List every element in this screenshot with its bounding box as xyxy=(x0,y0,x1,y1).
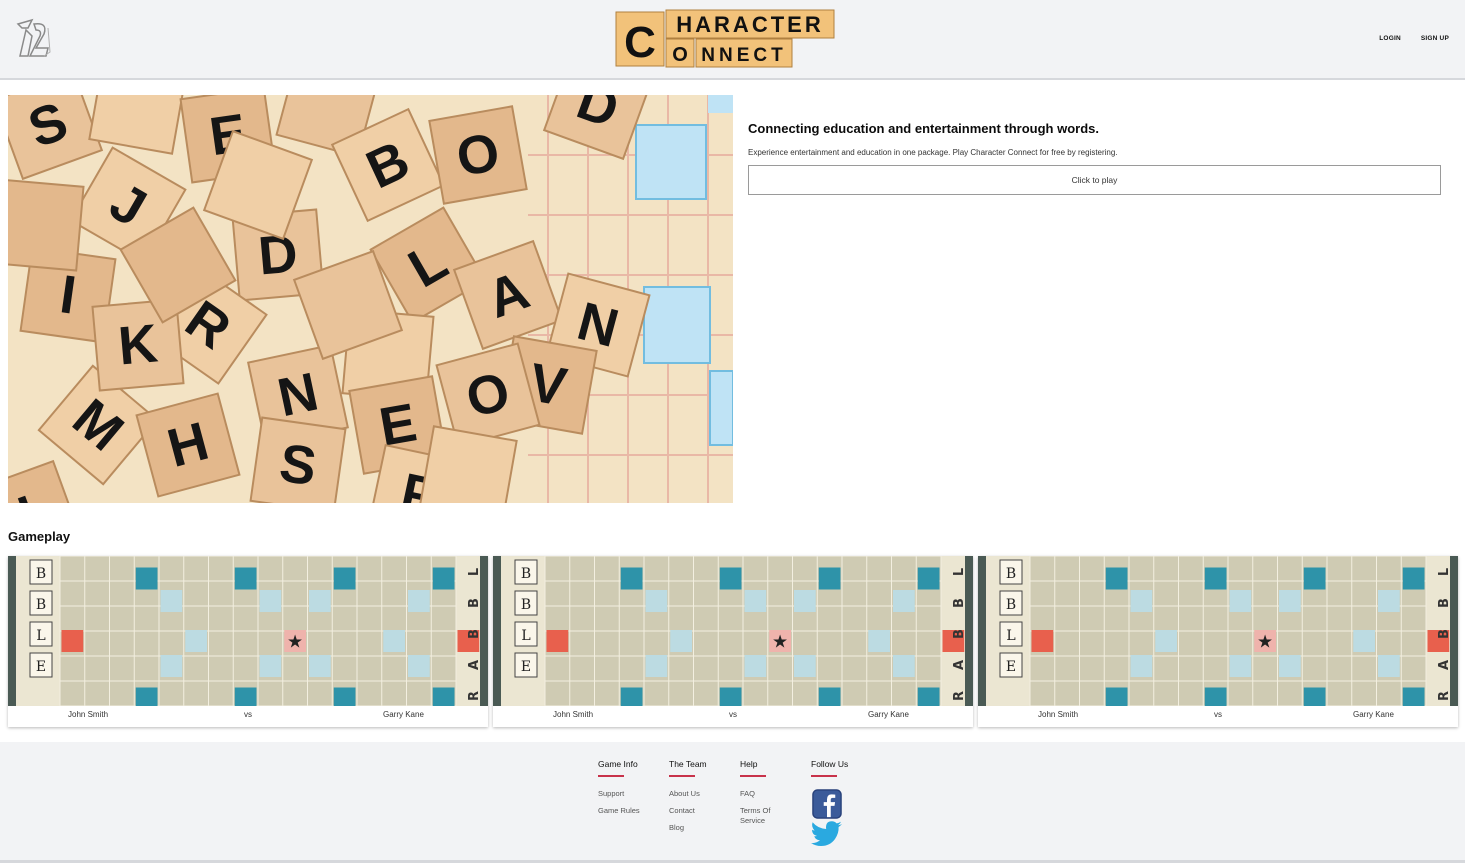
heading-underline xyxy=(740,775,766,777)
login-link[interactable]: LOGIN xyxy=(1379,35,1401,42)
svg-text:L: L xyxy=(467,568,482,576)
svg-text:B: B xyxy=(952,598,967,608)
signup-link[interactable]: SIGN UP xyxy=(1421,35,1449,42)
site-header: C HARACTER O NNECT LOGIN SIGN UP xyxy=(0,0,1465,80)
svg-text:L: L xyxy=(1006,628,1015,644)
svg-text:B: B xyxy=(36,597,46,613)
svg-text:K: K xyxy=(116,313,160,376)
brand-mark-icon[interactable] xyxy=(14,16,52,62)
wooden-letter-tile xyxy=(418,425,518,503)
footer-heading-team: The Team xyxy=(669,759,707,769)
gameplay-cards: ★ B B L E L B B A R John Smith vs Garry Kane ★ B B L… xyxy=(8,556,1458,727)
player-one-name: John Smith xyxy=(68,710,109,719)
svg-text:B: B xyxy=(467,629,482,639)
support-link[interactable]: Support xyxy=(598,789,640,799)
gameplay-card[interactable]: ★ B B L E L B B A R John Smith vs Garry Kane xyxy=(8,556,488,727)
footer-game-info: Game Info Support Game Rules xyxy=(598,759,640,816)
player-one-name: John Smith xyxy=(553,710,594,719)
site-footer: Game Info Support Game Rules The Team Ab… xyxy=(0,742,1465,863)
gameplay-card[interactable]: ★ B B L E L B B A R John Smith vs Garry Kane xyxy=(493,556,973,727)
footer-heading-game-info: Game Info xyxy=(598,759,638,769)
svg-text:NNECT: NNECT xyxy=(701,45,786,66)
footer-follow: Follow Us xyxy=(811,759,848,849)
heading-underline xyxy=(811,775,837,777)
svg-text:★: ★ xyxy=(1257,632,1273,653)
contact-link[interactable]: Contact xyxy=(669,806,707,816)
svg-text:L: L xyxy=(36,628,45,644)
svg-text:O: O xyxy=(672,44,688,66)
heading-underline xyxy=(669,775,695,777)
top-nav: LOGIN SIGN UP xyxy=(1379,35,1449,42)
svg-text:B: B xyxy=(36,566,46,582)
svg-text:R: R xyxy=(952,691,967,701)
svg-text:C: C xyxy=(624,18,656,67)
svg-text:A: A xyxy=(467,660,482,670)
svg-text:B: B xyxy=(1006,597,1016,613)
svg-text:B: B xyxy=(952,629,967,639)
svg-text:E: E xyxy=(1006,659,1016,675)
footer-heading-follow: Follow Us xyxy=(811,759,849,769)
svg-text:B: B xyxy=(467,598,482,608)
svg-text:★: ★ xyxy=(772,632,788,653)
faq-link[interactable]: FAQ xyxy=(740,789,770,799)
footer-heading-help: Help xyxy=(740,759,758,769)
match-caption: John Smith vs Garry Kane xyxy=(493,706,973,727)
heading-underline xyxy=(598,775,624,777)
match-caption: John Smith vs Garry Kane xyxy=(978,706,1458,727)
hero-title: Connecting education and entertainment t… xyxy=(748,121,1100,136)
svg-text:R: R xyxy=(467,691,482,701)
scrabble-board-image: ★BBLELBBAR xyxy=(493,556,973,706)
svg-text:B: B xyxy=(1437,629,1452,639)
about-us-link[interactable]: About Us xyxy=(669,789,707,799)
wooden-letter-tile: O xyxy=(428,105,528,205)
player-two-name: Garry Kane xyxy=(383,710,424,719)
character-connect-logo[interactable]: C HARACTER O NNECT xyxy=(614,8,836,70)
gameplay-card[interactable]: ★ B B L E L B B A R John Smith vs Garry Kane xyxy=(978,556,1458,727)
player-one-name: John Smith xyxy=(1038,710,1079,719)
gameplay-heading: Gameplay xyxy=(8,529,71,544)
twitter-icon[interactable] xyxy=(811,819,843,849)
vs-label: vs xyxy=(729,710,737,719)
wooden-letter-tile xyxy=(8,178,85,272)
scrabble-board-image: ★BBLELBBAR xyxy=(978,556,1458,706)
svg-text:A: A xyxy=(952,660,967,670)
blog-link[interactable]: Blog xyxy=(669,823,707,833)
game-rules-link[interactable]: Game Rules xyxy=(598,806,640,816)
terms-line-one: Terms Of xyxy=(740,806,771,815)
svg-text:HARACTER: HARACTER xyxy=(676,12,823,37)
svg-text:L: L xyxy=(952,568,967,576)
hero-image: SEBODJIDRLANVOENMHSFIK xyxy=(8,95,733,503)
hero-text: Connecting education and entertainment t… xyxy=(748,121,1441,195)
player-two-name: Garry Kane xyxy=(1353,710,1394,719)
footer-team: The Team About Us Contact Blog xyxy=(669,759,707,833)
svg-text:B: B xyxy=(1437,598,1452,608)
terms-line-two: Service xyxy=(740,816,766,825)
svg-text:A: A xyxy=(1437,660,1452,670)
svg-text:E: E xyxy=(36,659,46,675)
svg-text:L: L xyxy=(1437,568,1452,576)
svg-text:R: R xyxy=(1437,691,1452,701)
svg-text:★: ★ xyxy=(287,632,303,653)
vs-label: vs xyxy=(244,710,252,719)
click-to-play-button[interactable]: Click to play xyxy=(748,165,1441,195)
wooden-letter-tile: S xyxy=(249,416,347,503)
scrabble-board-image: ★BBLELBBAR xyxy=(8,556,488,706)
svg-text:B: B xyxy=(1006,566,1016,582)
player-two-name: Garry Kane xyxy=(868,710,909,719)
svg-text:E: E xyxy=(521,659,531,675)
svg-text:L: L xyxy=(521,628,530,644)
vs-label: vs xyxy=(1214,710,1222,719)
match-caption: John Smith vs Garry Kane xyxy=(8,706,488,727)
svg-text:B: B xyxy=(521,597,531,613)
footer-help: Help FAQ Terms Of Service xyxy=(740,759,770,826)
hero-description: Experience entertainment and education i… xyxy=(748,148,1118,157)
facebook-icon[interactable] xyxy=(811,789,843,819)
svg-text:B: B xyxy=(521,566,531,582)
terms-of-service-link[interactable]: Terms Of Service xyxy=(740,806,770,826)
